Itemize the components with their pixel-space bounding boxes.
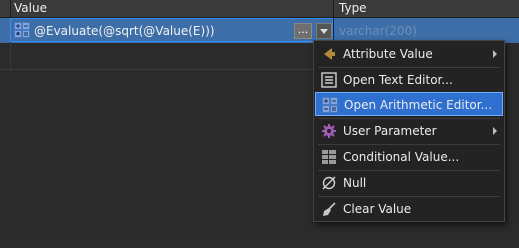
context-menu: Attribute Value Open Text Editor... Open…: [313, 40, 505, 222]
type-cell-text: varchar(200): [339, 24, 417, 38]
calculator-icon: [14, 22, 30, 38]
gear-icon: [321, 123, 337, 139]
grid-header: Value Type: [0, 0, 519, 18]
chevron-down-icon: [320, 29, 328, 34]
menu-item-label: Open Text Editor...: [343, 73, 453, 87]
menu-item-label: Null: [343, 176, 367, 190]
broom-icon: [321, 201, 337, 217]
submenu-arrow-icon: [493, 50, 497, 58]
dropdown-button[interactable]: [316, 23, 332, 39]
menu-item-label: Open Arithmetic Editor...: [344, 98, 493, 112]
menu-item-open-arithmetic-editor[interactable]: Open Arithmetic Editor...: [315, 92, 503, 116]
header-divider: [333, 0, 334, 17]
text-editor-icon: [321, 72, 337, 88]
submenu-arrow-icon: [493, 127, 497, 135]
menu-item-label: User Parameter: [343, 124, 437, 138]
menu-item-label: Attribute Value: [343, 47, 433, 61]
menu-item-label: Clear Value: [343, 202, 412, 216]
menu-item-attribute-value[interactable]: Attribute Value: [315, 42, 503, 66]
ellipsis-button[interactable]: ...: [294, 23, 312, 39]
arrow-left-icon: [321, 46, 337, 62]
header-divider: [10, 0, 11, 17]
menu-item-null[interactable]: Null: [315, 171, 503, 195]
column-header-type[interactable]: Type: [339, 0, 367, 17]
null-icon: [321, 175, 337, 191]
grid-line: [10, 43, 11, 70]
value-cell-text: @Evaluate(@sqrt(@Value(E))): [34, 24, 215, 38]
grid-line: [0, 69, 340, 70]
menu-item-open-text-editor[interactable]: Open Text Editor...: [315, 68, 503, 92]
menu-item-conditional-value[interactable]: Conditional Value...: [315, 145, 503, 169]
menu-item-clear-value[interactable]: Clear Value: [315, 197, 503, 221]
column-header-value[interactable]: Value: [14, 0, 47, 17]
calculator-icon: [322, 97, 338, 113]
menu-item-user-parameter[interactable]: User Parameter: [315, 119, 503, 143]
menu-item-label: Conditional Value...: [343, 150, 460, 164]
table-grid-icon: [321, 149, 337, 165]
